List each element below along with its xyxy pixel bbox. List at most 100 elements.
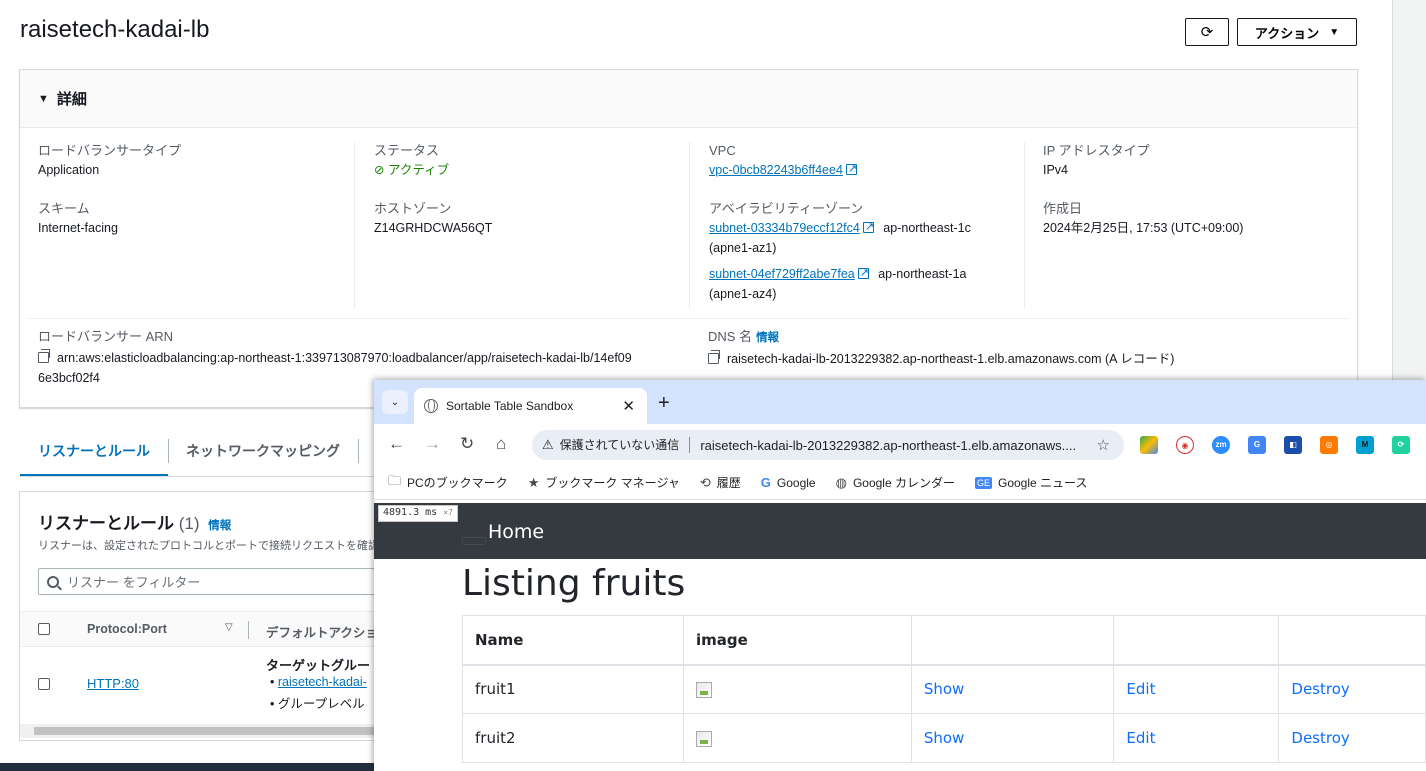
az-item-1: subnet-03334b79eccf12fc4 ap-northeast-1c [709, 217, 1024, 238]
cast-icon[interactable]: ◉ [1176, 436, 1194, 454]
fruit-name: fruit2 [461, 713, 685, 763]
edit-link[interactable]: Edit [1126, 680, 1155, 698]
details-col-1: ロードバランサータイプ Application スキーム Internet-fa… [38, 142, 354, 238]
caret-down-icon: ▼ [1329, 26, 1340, 38]
refresh-icon: ⟳ [1200, 24, 1214, 41]
insecure-label[interactable]: 保護されていない通信 [560, 437, 691, 453]
timing-multiplier: ×7 [443, 508, 453, 517]
sort-caret-icon[interactable]: ▽ [225, 622, 233, 633]
details-title: 詳細 [56, 91, 87, 108]
subnet-link-1[interactable]: subnet-03334b79eccf12fc4 [709, 221, 860, 235]
edit-link[interactable]: Edit [1126, 729, 1155, 747]
broken-image-icon [696, 730, 713, 747]
tab-search-button[interactable]: ⌄ [382, 390, 408, 414]
show-link[interactable]: Show [924, 680, 964, 698]
bookmark-google-news[interactable]: GE Google ニュース [974, 474, 1087, 491]
back-arrow-icon[interactable]: ← [388, 434, 405, 454]
ip-type-label: IP アドレスタイプ [1043, 143, 1150, 158]
col-divider [248, 621, 249, 639]
address-bar[interactable]: ⚠ 保護されていない通信 raisetech-kadai-lb-20132293… [532, 430, 1124, 460]
extension-icon-m[interactable]: M [1356, 436, 1374, 454]
subnet-link-2[interactable]: subnet-04ef729ff2abe7fea [709, 267, 855, 281]
table-row: fruit2 Show Edit Destroy [461, 713, 1426, 763]
bookmark-google-calendar[interactable]: ◍ Google カレンダー [836, 474, 955, 491]
status-label: ステータス [374, 143, 440, 158]
table-header-row: Name image [461, 615, 1426, 666]
target-group-link[interactable]: raisetech-kadai- [278, 675, 367, 689]
chrome-window: ⌄ Sortable Table Sandbox ✕ + ← → ↻ ⌂ ⚠ 保… [374, 380, 1426, 771]
bookmark-pc[interactable]: 🗀 PCのブックマーク [388, 472, 508, 494]
arn-value-line1: arn:aws:elasticloadbalancing:ap-northeas… [57, 351, 632, 365]
extension-icon-orange[interactable]: ◎ [1320, 436, 1338, 454]
details-header[interactable]: ▼ 詳細 [20, 70, 1357, 128]
bookmark-label: PCのブックマーク [407, 476, 508, 490]
col-default-action[interactable]: デフォルトアクショ [266, 622, 378, 641]
created-value: 2024年2月25日, 17:53 (UTC+09:00) [1043, 221, 1244, 235]
collapse-triangle-icon: ▼ [38, 92, 49, 105]
close-tab-icon[interactable]: ✕ [622, 397, 635, 415]
google-icon: G [760, 475, 771, 490]
copy-icon[interactable] [38, 349, 50, 363]
home-icon[interactable]: ⌂ [496, 434, 506, 454]
google-drive-icon[interactable] [1140, 436, 1158, 454]
dns-block: DNS 名情報 raisetech-kadai-lb-2013229382.ap… [708, 328, 1348, 369]
translate-icon[interactable]: G [1248, 436, 1266, 454]
listeners-info-link[interactable]: 情報 [208, 520, 231, 532]
new-tab-button[interactable]: + [658, 392, 670, 415]
details-col-4: IP アドレスタイプ IPv4 作成日 2024年2月25日, 17:53 (U… [1024, 142, 1354, 308]
az-item-2: subnet-04ef729ff2abe7fea ap-northeast-1a [709, 263, 1024, 284]
reload-icon[interactable]: ↻ [460, 434, 474, 454]
show-link[interactable]: Show [924, 729, 964, 747]
destroy-link[interactable]: Destroy [1291, 729, 1349, 747]
search-icon [47, 575, 59, 588]
bookmark-star-icon[interactable]: ☆ [1097, 436, 1110, 454]
copy-icon[interactable] [708, 350, 720, 364]
details-col-3: VPC vpc-0bcb82243b6ff4ee4 アベイラビリティーゾーン s… [689, 142, 1024, 308]
warning-icon: ⚠ [542, 437, 554, 452]
bookmark-label: ブックマーク マネージャ [545, 476, 680, 490]
listeners-title-text: リスナーとルール [38, 514, 174, 533]
forward-arrow-icon[interactable]: → [424, 434, 441, 454]
destroy-link[interactable]: Destroy [1291, 680, 1349, 698]
zoom-icon[interactable]: zm [1212, 436, 1230, 454]
row-checkbox[interactable] [38, 678, 50, 690]
hosted-zone-label: ホストゾーン [374, 201, 452, 216]
web-page: Home Listing fruits Name image fruit1 Sh… [374, 501, 1426, 771]
az-zone-id-1: (apne1-az1) [709, 241, 777, 255]
tab-listeners[interactable]: リスナーとルール [20, 427, 168, 477]
navbar-toggler[interactable] [462, 537, 486, 545]
navbar-brand[interactable]: Home [488, 521, 544, 543]
bookmark-history[interactable]: ⟲ 履歴 [700, 474, 741, 491]
col-protocol-port[interactable]: Protocol:Port [87, 622, 167, 636]
select-all-checkbox[interactable] [38, 623, 50, 635]
bookmark-label: Google カレンダー [852, 476, 955, 490]
scheme-label: スキーム [38, 201, 90, 216]
extension-icon-green[interactable]: ⟳ [1392, 436, 1410, 454]
extension-icons: ◉ zm G ◧ ◎ M ⟳ [1140, 436, 1410, 454]
actions-dropdown-button[interactable]: アクション ▼ [1237, 18, 1357, 46]
external-link-icon [857, 263, 869, 283]
refresh-button[interactable]: ⟳ [1185, 18, 1229, 46]
listener-link[interactable]: HTTP:80 [87, 676, 139, 691]
bookmark-google[interactable]: G Google [761, 475, 816, 490]
ip-type-value: IPv4 [1043, 163, 1069, 177]
table-row: fruit1 Show Edit Destroy [461, 664, 1426, 714]
tab-strip: ⌄ Sortable Table Sandbox ✕ + [374, 380, 1426, 424]
folder-icon: 🗀 [388, 472, 402, 488]
vpc-link[interactable]: vpc-0bcb82243b6ff4ee4 [709, 163, 843, 177]
lb-type-value: Application [38, 163, 100, 177]
details-col-2: ステータス ⊘ アクティブ ホストゾーン Z14GRHDCWA56QT [354, 142, 689, 308]
url-text[interactable]: raisetech-kadai-lb-2013229382.ap-northea… [700, 438, 1076, 453]
arn-block: ロードバランサー ARN arn:aws:elasticloadbalancin… [38, 328, 678, 388]
timing-value: 4891.3 ms [383, 507, 438, 518]
col-name[interactable]: Name [461, 615, 685, 666]
az-zone-id-2: (apne1-az4) [709, 287, 777, 301]
dns-info-link[interactable]: 情報 [756, 332, 779, 344]
status-text: アクティブ [387, 163, 450, 177]
extension-icon-blue[interactable]: ◧ [1284, 436, 1302, 454]
browser-tab[interactable]: Sortable Table Sandbox ✕ [414, 388, 647, 424]
bookmark-manager[interactable]: ★ ブックマーク マネージャ [528, 474, 680, 491]
dns-label: DNS 名 [708, 329, 753, 344]
col-image[interactable]: image [683, 615, 912, 666]
tab-network-mapping[interactable]: ネットワークマッピング [168, 427, 358, 475]
